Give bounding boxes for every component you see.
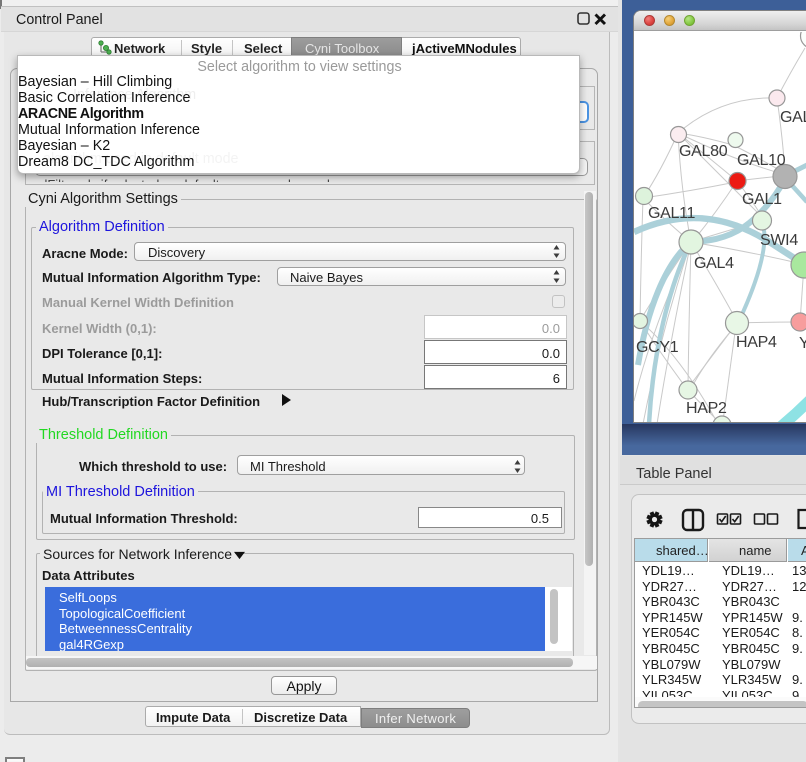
svg-text:SWI4: SWI4	[760, 232, 798, 249]
svg-text:HAP4: HAP4	[736, 334, 777, 351]
svg-text:GAL11: GAL11	[648, 205, 696, 222]
svg-text:GAL2: GAL2	[780, 109, 806, 126]
svg-text:GAL80: GAL80	[679, 143, 728, 160]
svg-text:GAL4: GAL4	[694, 255, 734, 272]
svg-text:GAL1: GAL1	[742, 191, 782, 208]
svg-text:GCY1: GCY1	[636, 339, 679, 356]
svg-text:Y: Y	[799, 335, 806, 352]
svg-text:GAL10: GAL10	[737, 152, 786, 169]
svg-text:HAP2: HAP2	[686, 400, 727, 417]
